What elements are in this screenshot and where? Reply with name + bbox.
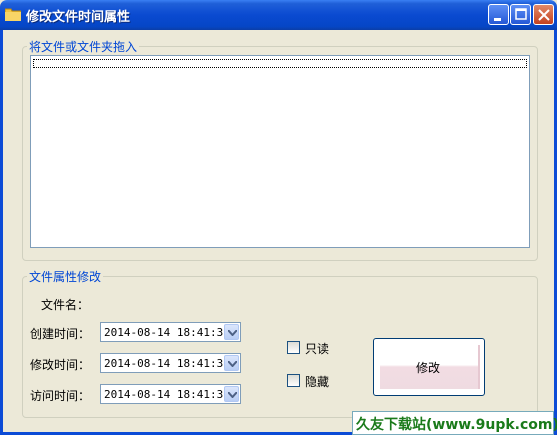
title-bar[interactable]: 修改文件时间属性 bbox=[0, 0, 557, 30]
close-icon bbox=[538, 9, 550, 21]
file-drop-list[interactable] bbox=[30, 55, 530, 248]
modified-time-value: 2014-08-14 18:41:30 bbox=[104, 357, 230, 370]
readonly-label[interactable]: 只读 bbox=[305, 340, 329, 357]
modify-button-label: 修改 bbox=[415, 361, 440, 375]
created-time-picker[interactable]: 2014-08-14 18:41:30 bbox=[100, 322, 241, 342]
modify-button[interactable]: 修改 bbox=[373, 338, 485, 396]
maximize-icon bbox=[515, 8, 527, 20]
minimize-button[interactable] bbox=[488, 4, 509, 25]
accessed-time-picker[interactable]: 2014-08-14 18:41:30 bbox=[100, 384, 241, 404]
hidden-label[interactable]: 隐藏 bbox=[305, 373, 329, 390]
modified-time-dropdown[interactable] bbox=[224, 355, 239, 371]
hidden-checkbox[interactable] bbox=[287, 374, 300, 387]
readonly-checkbox[interactable] bbox=[287, 341, 300, 354]
watermark-banner: 久友下载站(www.9upk.com) bbox=[352, 411, 557, 435]
created-time-value: 2014-08-14 18:41:30 bbox=[104, 326, 230, 339]
window-title: 修改文件时间属性 bbox=[26, 10, 131, 25]
modified-time-picker[interactable]: 2014-08-14 18:41:30 bbox=[100, 353, 241, 373]
minimize-icon bbox=[494, 18, 501, 21]
attr-group-legend: 文件属性修改 bbox=[29, 270, 102, 284]
drop-group-legend: 将文件或文件夹拖入 bbox=[29, 40, 138, 54]
chevron-down-icon bbox=[228, 392, 237, 398]
created-time-dropdown[interactable] bbox=[224, 324, 239, 340]
maximize-button[interactable] bbox=[510, 4, 531, 25]
chevron-down-icon bbox=[228, 361, 237, 367]
modified-time-label: 修改时间： bbox=[30, 358, 91, 372]
filename-label: 文件名： bbox=[41, 298, 90, 312]
created-time-label: 创建时间： bbox=[30, 327, 91, 341]
accessed-time-label: 访问时间： bbox=[30, 389, 91, 403]
accessed-time-dropdown[interactable] bbox=[224, 386, 239, 402]
list-focus-row[interactable] bbox=[33, 59, 527, 68]
close-button[interactable] bbox=[533, 4, 554, 25]
accessed-time-value: 2014-08-14 18:41:30 bbox=[104, 388, 230, 401]
watermark-text: 久友下载站(www.9upk.com) bbox=[356, 417, 557, 433]
chevron-down-icon bbox=[228, 330, 237, 336]
folder-icon bbox=[4, 7, 22, 22]
